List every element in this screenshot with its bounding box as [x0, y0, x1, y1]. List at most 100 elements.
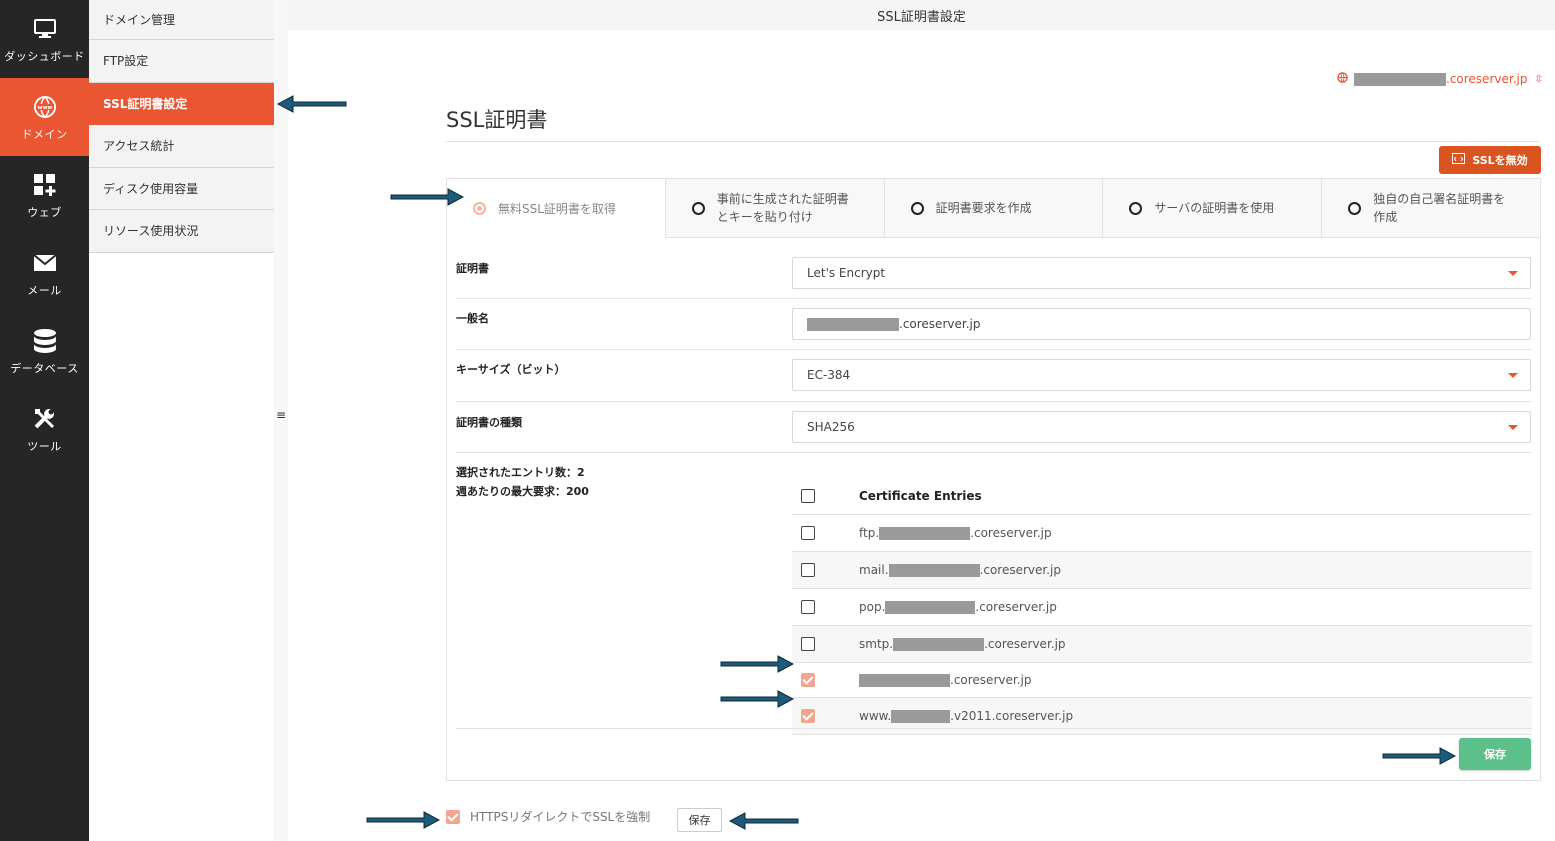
tab-create-csr[interactable]: 証明書要求を作成 — [884, 178, 1104, 238]
entry-prefix: mail. — [859, 563, 889, 577]
key-size-select[interactable]: EC-384 — [792, 359, 1531, 391]
field-value: .coreserver.jp — [899, 317, 981, 331]
monitor-icon — [33, 14, 56, 44]
tab-free-ssl[interactable]: 無料SSL証明書を取得 — [446, 178, 666, 238]
select-value: SHA256 — [807, 420, 855, 434]
arrow-right-icon — [390, 188, 464, 206]
entry-suffix: .coreserver.jp — [975, 600, 1057, 614]
nav-tools[interactable]: ツール — [0, 390, 89, 468]
table-row: ftp. .coreserver.jp — [792, 515, 1532, 552]
field-label: キーサイズ（ビット） — [456, 363, 566, 376]
entry-prefix: pop. — [859, 600, 886, 614]
ssl-disable-button[interactable]: SSLを無効 — [1439, 146, 1541, 174]
common-name-field[interactable]: .coreserver.jp — [792, 308, 1531, 340]
redacted-text — [891, 709, 951, 723]
ssl-disable-label: SSLを無効 — [1472, 154, 1528, 167]
https-redirect-checkbox[interactable] — [446, 809, 460, 824]
subnav-disk-usage[interactable]: ディスク使用容量 — [89, 167, 274, 210]
entry-suffix: .coreserver.jp — [984, 637, 1066, 651]
https-redirect-option[interactable]: HTTPSリダイレクトでSSLを強制 — [446, 808, 650, 825]
tab-self-signed[interactable]: 独自の自己署名証明書を作成 — [1322, 178, 1541, 238]
grid-plus-icon — [33, 170, 57, 200]
table-row: pop. .coreserver.jp — [792, 589, 1532, 626]
subnav-empty-area — [89, 252, 274, 841]
database-icon — [33, 326, 57, 356]
subnav-access-stats[interactable]: アクセス統計 — [89, 125, 274, 168]
tab-label: 事前に生成された証明書とキーを貼り付け — [716, 192, 849, 224]
globe-icon — [1337, 72, 1348, 86]
sub-navigation: ドメイン管理 FTP設定 SSL証明書設定 アクセス統計 ディスク使用容量 リソ… — [89, 0, 274, 841]
domain-suffix: .coreserver.jp — [1446, 72, 1528, 86]
redacted-text — [1354, 72, 1446, 86]
tab-paste-cert[interactable]: 事前に生成された証明書とキーを貼り付け — [665, 178, 885, 238]
nav-label: ツール — [27, 440, 62, 453]
entry-prefix: www. — [859, 709, 892, 723]
caret-down-icon — [1508, 271, 1518, 276]
field-label: 一般名 — [456, 312, 489, 325]
entry-suffix: .v2011.coreserver.jp — [950, 709, 1074, 723]
table-header: Certificate Entries — [792, 463, 1532, 515]
subnav-domain-management[interactable]: ドメイン管理 — [89, 0, 274, 40]
radio-button[interactable] — [910, 201, 924, 215]
nav-database[interactable]: データベース — [0, 312, 89, 390]
entries-info: 選択されたエントリ数：2 週あたりの最大要求：200 — [456, 463, 589, 501]
https-redirect-label: HTTPSリダイレクトでSSLを強制 — [470, 810, 651, 824]
entry-checkbox[interactable] — [801, 637, 815, 651]
form-divider — [456, 728, 1532, 729]
cert-type-select[interactable]: SHA256 — [792, 411, 1531, 443]
certificate-entries-table: Certificate Entries ftp. .coreserver.jp m… — [792, 463, 1532, 735]
subnav-ssl-settings[interactable]: SSL証明書設定 — [89, 82, 274, 125]
table-row: www. .v2011.coreserver.jp — [792, 698, 1532, 735]
tab-label: 無料SSL証明書を取得 — [498, 201, 616, 216]
certificate-select[interactable]: Let's Encrypt — [792, 257, 1531, 289]
top-bar: SSL証明書設定 — [288, 0, 1555, 30]
caret-down-icon — [1508, 425, 1518, 430]
arrow-right-icon — [1382, 747, 1456, 765]
radio-button[interactable] — [691, 201, 705, 215]
entry-checkbox[interactable] — [801, 526, 815, 540]
arrow-right-icon — [720, 690, 794, 708]
nav-dashboard[interactable]: ダッシュボード — [0, 0, 89, 78]
domain-selector[interactable]: .coreserver.jp ⇳ — [1337, 72, 1543, 86]
entry-suffix: .coreserver.jp — [970, 526, 1052, 540]
save-button[interactable]: 保存 — [1459, 738, 1531, 770]
nav-label: ウェブ — [27, 206, 62, 219]
entry-checkbox[interactable] — [801, 600, 815, 614]
title-divider — [446, 141, 1540, 142]
nav-web[interactable]: ウェブ — [0, 156, 89, 234]
radio-button[interactable] — [1348, 201, 1362, 215]
entry-suffix: .coreserver.jp — [950, 673, 1032, 687]
table-row: smtp. .coreserver.jp — [792, 626, 1532, 663]
selected-entries-count: 選択されたエントリ数：2 — [456, 466, 585, 479]
select-value: EC-384 — [807, 368, 851, 382]
top-bar-title: SSL証明書設定 — [877, 9, 966, 25]
arrow-left-icon — [729, 812, 799, 830]
arrow-right-icon — [720, 655, 794, 673]
redacted-text — [859, 673, 950, 687]
menu-toggle-icon[interactable]: ≡ — [276, 408, 286, 422]
entry-checkbox[interactable] — [801, 563, 815, 577]
icon-sidebar: ダッシュボード www ドメイン ウェブ メール データベース ツール — [0, 0, 89, 841]
entry-checkbox-checked[interactable] — [801, 709, 815, 723]
nav-domain[interactable]: www ドメイン — [0, 78, 89, 156]
radio-button[interactable] — [1129, 201, 1143, 215]
caret-down-icon — [1508, 373, 1518, 378]
nav-label: ドメイン — [21, 128, 68, 141]
nav-mail[interactable]: メール — [0, 234, 89, 312]
subnav-ftp-settings[interactable]: FTP設定 — [89, 40, 274, 83]
https-redirect-save-button[interactable]: 保存 — [677, 808, 722, 832]
table-row: mail. .coreserver.jp — [792, 552, 1532, 589]
redacted-text — [807, 317, 899, 331]
radio-button[interactable] — [473, 202, 486, 215]
tab-label: 独自の自己署名証明書を作成 — [1373, 192, 1506, 224]
subnav-resource-usage[interactable]: リソース使用状況 — [89, 210, 274, 253]
tab-label: 証明書要求を作成 — [935, 201, 1032, 215]
field-label: 証明書の種類 — [456, 416, 522, 429]
ssl-form-panel: 証明書 Let's Encrypt 一般名 .coreserver.jp キーサ… — [446, 237, 1541, 781]
certificate-method-tabs: 無料SSL証明書を取得 事前に生成された証明書とキーを貼り付け 証明書要求を作成… — [446, 178, 1541, 238]
nav-label: メール — [27, 284, 62, 297]
tab-server-cert[interactable]: サーバの証明書を使用 — [1103, 178, 1323, 238]
select-all-checkbox[interactable] — [801, 488, 815, 503]
entry-checkbox-checked[interactable] — [801, 673, 815, 687]
entry-suffix: .coreserver.jp — [979, 563, 1061, 577]
